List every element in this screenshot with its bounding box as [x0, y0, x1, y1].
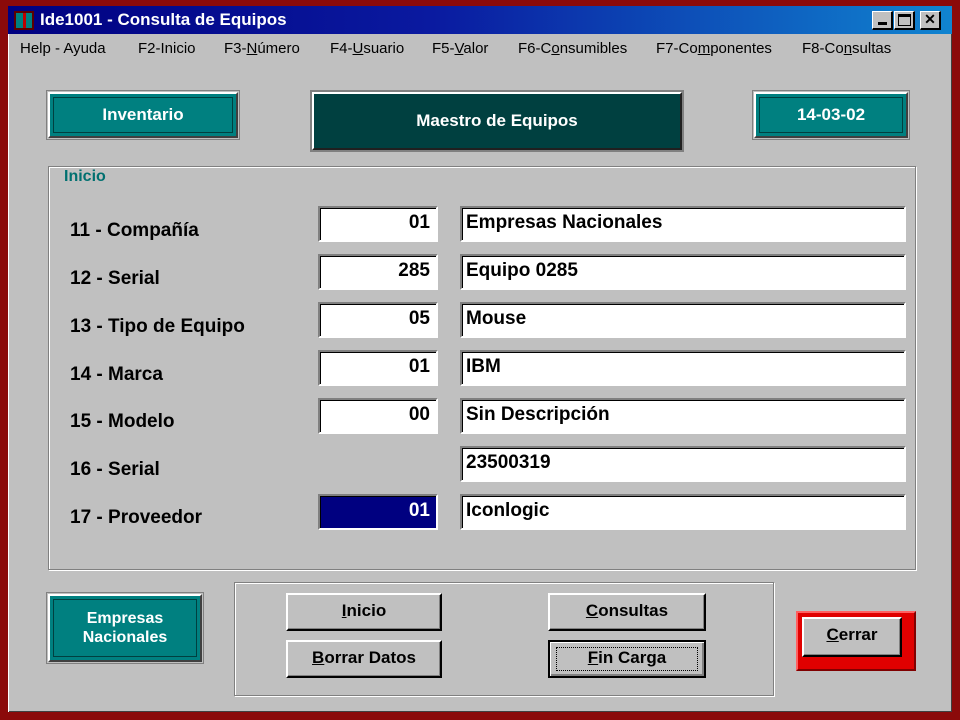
- company-badge-line1: Empresas: [86, 610, 164, 627]
- proveedor-code-input[interactable]: 01: [318, 494, 438, 530]
- borrar-datos-button[interactable]: Borrar Datos: [286, 640, 442, 678]
- label-serial-2: 16 - Serial: [70, 459, 160, 480]
- module-label: Inventario: [53, 97, 233, 133]
- company-badge-line2: Nacionales: [82, 629, 168, 646]
- modelo-code-input[interactable]: 00: [318, 398, 438, 434]
- modelo-desc-field[interactable]: Sin Descripción: [460, 398, 906, 434]
- group-legend: Inicio: [60, 168, 110, 186]
- menu-componentes[interactable]: F7-Componentes: [656, 40, 772, 57]
- label-tipo-equipo: 13 - Tipo de Equipo: [70, 316, 245, 337]
- label-proveedor: 17 - Proveedor: [70, 507, 202, 528]
- focus-rect: [556, 647, 698, 671]
- window-title: Ide1001 - Consulta de Equipos: [40, 10, 287, 29]
- serial-number-field[interactable]: 23500319: [460, 446, 906, 482]
- compania-desc-field[interactable]: Empresas Nacionales: [460, 206, 906, 242]
- label-marca: 14 - Marca: [70, 364, 163, 385]
- date-box: 14-03-02: [753, 91, 909, 139]
- marca-code-input[interactable]: 01: [318, 350, 438, 386]
- menu-bar: Help - Ayuda F2-Inicio F3-Número F4-Usua…: [8, 36, 952, 60]
- menu-inicio[interactable]: F2-Inicio: [138, 40, 196, 57]
- fin-carga-button[interactable]: Fin Carga: [548, 640, 706, 678]
- maximize-icon: [898, 14, 911, 26]
- serial-desc-field[interactable]: Equipo 0285: [460, 254, 906, 290]
- title-bar[interactable]: Ide1001 - Consulta de Equipos ✕: [8, 6, 952, 34]
- proveedor-desc-field[interactable]: Iconlogic: [460, 494, 906, 530]
- label-serial: 12 - Serial: [70, 268, 160, 289]
- label-compania: 11 - Compañía: [70, 220, 199, 241]
- app-window: Ide1001 - Consulta de Equipos ✕ Help - A…: [0, 0, 960, 720]
- minimize-icon: [878, 22, 887, 25]
- form-title: Maestro de Equipos: [416, 111, 578, 130]
- app-icon[interactable]: [14, 11, 34, 30]
- date-value: 14-03-02: [759, 97, 903, 133]
- inicio-button[interactable]: Inicio: [286, 593, 442, 631]
- form-title-box: Maestro de Equipos: [312, 92, 682, 150]
- serial-code-input[interactable]: 285: [318, 254, 438, 290]
- close-icon: ✕: [924, 11, 936, 27]
- tipo-equipo-code-input[interactable]: 05: [318, 302, 438, 338]
- module-label-box: Inventario: [47, 91, 239, 139]
- menu-usuario[interactable]: F4-Usuario: [330, 40, 404, 57]
- maximize-button[interactable]: [894, 11, 915, 30]
- menu-consultas[interactable]: F8-Consultas: [802, 40, 891, 57]
- tipo-equipo-desc-field[interactable]: Mouse: [460, 302, 906, 338]
- label-modelo: 15 - Modelo: [70, 411, 175, 432]
- menu-help[interactable]: Help - Ayuda: [20, 40, 106, 57]
- close-window-button[interactable]: ✕: [920, 11, 941, 30]
- company-badge: Empresas Nacionales: [47, 593, 203, 663]
- minimize-button[interactable]: [872, 11, 893, 30]
- marca-desc-field[interactable]: IBM: [460, 350, 906, 386]
- cerrar-button[interactable]: Cerrar: [802, 617, 902, 657]
- company-badge-inner: Empresas Nacionales: [53, 599, 197, 657]
- compania-code-input[interactable]: 01: [318, 206, 438, 242]
- menu-numero[interactable]: F3-Número: [224, 40, 300, 57]
- consultas-button[interactable]: Consultas: [548, 593, 706, 631]
- menu-valor[interactable]: F5-Valor: [432, 40, 488, 57]
- menu-consumibles[interactable]: F6-Consumibles: [518, 40, 627, 57]
